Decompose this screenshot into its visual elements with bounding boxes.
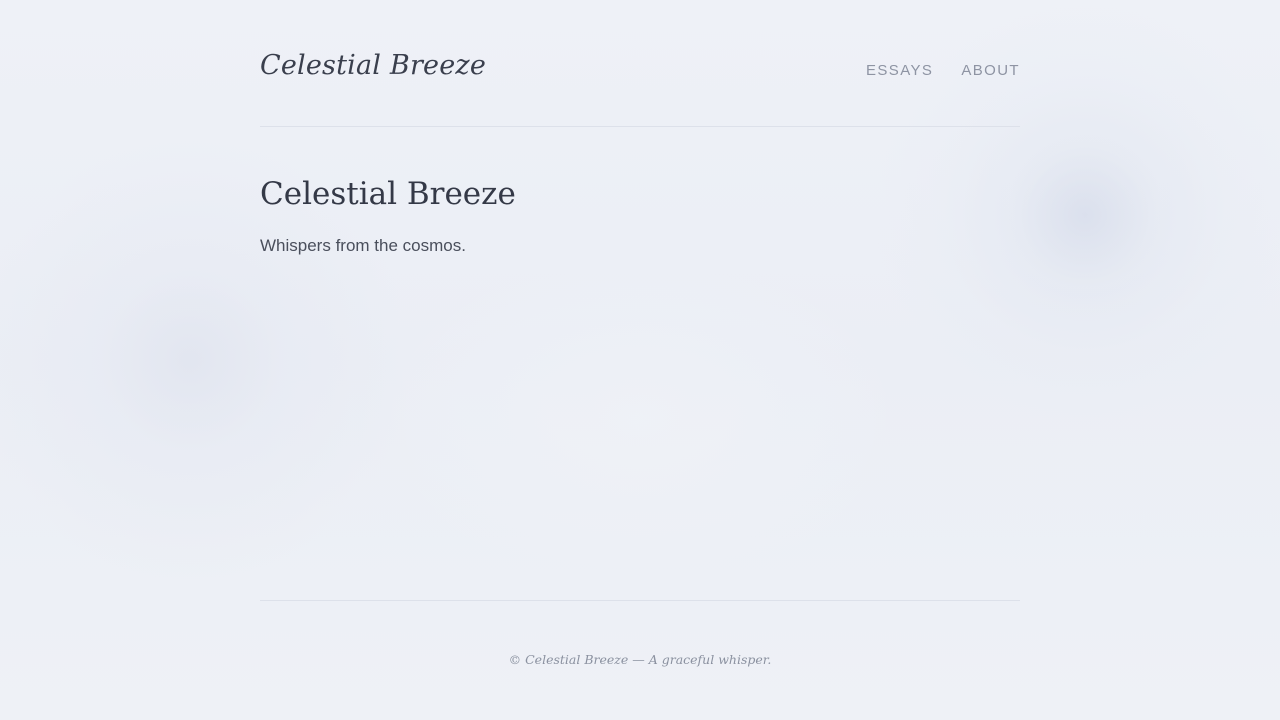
nav-link-about[interactable]: ABOUT xyxy=(961,62,1020,79)
site-footer: © Celestial Breeze — A graceful whisper. xyxy=(260,652,1020,667)
site-brand-link[interactable]: Celestial Breeze xyxy=(260,50,486,81)
footer-divider xyxy=(260,600,1020,601)
page-title: Celestial Breeze xyxy=(260,176,516,212)
main-nav: ESSAYS ABOUT xyxy=(866,62,1020,79)
nav-link-essays[interactable]: ESSAYS xyxy=(866,62,933,79)
site-header: Celestial Breeze ESSAYS ABOUT xyxy=(260,0,1020,127)
page-container: Celestial Breeze ESSAYS ABOUT Celestial … xyxy=(260,0,1020,720)
footer-copyright: © Celestial Breeze — A graceful whisper. xyxy=(508,652,772,667)
page-tagline: Whispers from the cosmos. xyxy=(260,236,466,255)
